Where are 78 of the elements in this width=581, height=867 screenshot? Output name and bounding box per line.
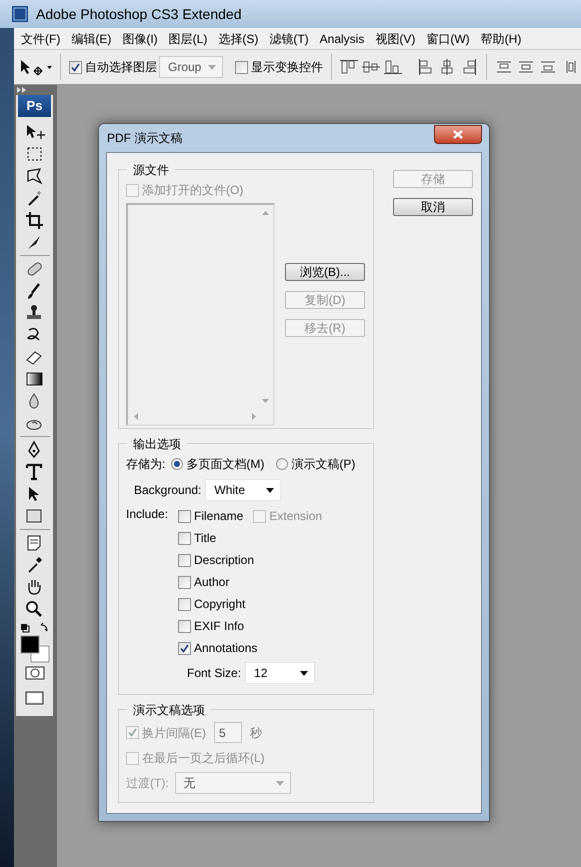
move-tool-icon[interactable] xyxy=(24,122,45,142)
button[interactable]: 浏览(B)... xyxy=(285,263,365,281)
crop-icon[interactable] xyxy=(24,210,45,230)
checkbox-label: 显示变换控件 xyxy=(251,59,323,76)
group-legend: 源文件 xyxy=(127,161,175,179)
checkbox[interactable] xyxy=(178,554,191,566)
distribute-icon[interactable] xyxy=(495,59,513,75)
checkbox-label: Description xyxy=(194,552,254,569)
swap-colors-icon[interactable] xyxy=(18,622,50,634)
menu-item[interactable]: 编辑(E) xyxy=(66,30,116,48)
checkbox[interactable] xyxy=(178,642,191,654)
checkbox-label: Filename xyxy=(194,508,244,525)
close-icon xyxy=(453,130,463,138)
radio-label: 演示文稿(P) xyxy=(291,456,356,473)
checkbox[interactable] xyxy=(178,620,191,632)
checkbox-label: 添加打开的文件(O) xyxy=(142,182,244,199)
field-label: Background: xyxy=(134,482,202,499)
app-logo-icon xyxy=(12,6,28,22)
dialog-title: PDF 演示文稿 xyxy=(106,130,182,147)
checkbox[interactable] xyxy=(69,60,82,74)
align-icon[interactable] xyxy=(340,59,358,75)
group-legend: 输出选项 xyxy=(127,435,187,453)
radio-button[interactable] xyxy=(276,458,288,470)
checkbox-label: Extension xyxy=(269,508,322,525)
checkbox[interactable] xyxy=(178,510,191,522)
caret-icon xyxy=(300,670,308,676)
color-swatches-icon[interactable] xyxy=(18,634,50,664)
field-label: 过渡(T): xyxy=(126,775,169,792)
caret-icon xyxy=(208,64,216,70)
field-label: 存储为: xyxy=(126,456,166,473)
check-icon xyxy=(71,62,80,72)
menu-item[interactable]: 帮助(H) xyxy=(476,30,526,48)
checkbox-label: 在最后一页之后循环(L) xyxy=(142,750,265,767)
align-icon[interactable] xyxy=(384,59,402,75)
checkbox[interactable] xyxy=(235,60,248,74)
distribute-icon[interactable] xyxy=(539,59,557,75)
field-label: Font Size: xyxy=(187,665,242,682)
menu-item[interactable]: 文件(F) xyxy=(16,30,66,48)
checkbox-label: Title xyxy=(194,530,216,547)
align-icon[interactable] xyxy=(416,59,434,75)
unit-label: 秒 xyxy=(250,724,262,742)
menu-item[interactable]: 窗口(W) xyxy=(421,30,475,48)
checkbox[interactable] xyxy=(178,598,191,610)
menu-item[interactable]: 滤镜(T) xyxy=(264,30,314,48)
radio-label: 多页面文档(M) xyxy=(186,456,264,473)
check-icon xyxy=(128,728,137,737)
group-legend: 演示文稿选项 xyxy=(127,701,211,719)
close-button[interactable] xyxy=(434,124,482,144)
move-tool-icon[interactable] xyxy=(18,57,52,77)
align-icon[interactable] xyxy=(362,59,380,75)
distribute-icon[interactable] xyxy=(565,59,577,75)
checkbox[interactable] xyxy=(178,532,191,544)
caret-icon xyxy=(276,780,284,786)
type-icon[interactable] xyxy=(24,462,45,482)
radio-button[interactable] xyxy=(171,458,184,470)
menu-item[interactable]: 图层(L) xyxy=(164,30,212,48)
checkbox-label: 换片间隔(E) xyxy=(142,724,206,742)
checkbox-label: Copyright xyxy=(194,596,246,613)
menu-item[interactable]: Analysis xyxy=(314,30,370,48)
app-logo: Ps xyxy=(18,95,51,117)
panel-grip-icon[interactable] xyxy=(17,87,27,93)
checkbox-label: EXIF Info xyxy=(194,618,244,635)
menu-item[interactable]: 选择(S) xyxy=(213,30,264,48)
window-title: Adobe Photoshop CS3 Extended xyxy=(36,4,242,24)
dropdown[interactable]: 12 xyxy=(245,662,316,684)
caret-icon xyxy=(266,488,274,492)
menu-item[interactable]: 视图(V) xyxy=(370,30,420,48)
quick-mask-icon[interactable] xyxy=(24,664,46,682)
check-icon xyxy=(180,644,189,652)
checkbox-label: 自动选择图层 xyxy=(85,59,157,76)
checkbox-label: Annotations xyxy=(194,640,258,657)
dropdown[interactable]: White xyxy=(205,479,282,501)
menu-item[interactable]: 图像(I) xyxy=(117,30,163,48)
button[interactable]: 取消 xyxy=(393,198,473,216)
distribute-icon[interactable] xyxy=(517,59,535,75)
field-label: Include: xyxy=(126,506,170,521)
checkbox[interactable] xyxy=(178,576,191,588)
checkbox-label: Author xyxy=(194,574,230,591)
